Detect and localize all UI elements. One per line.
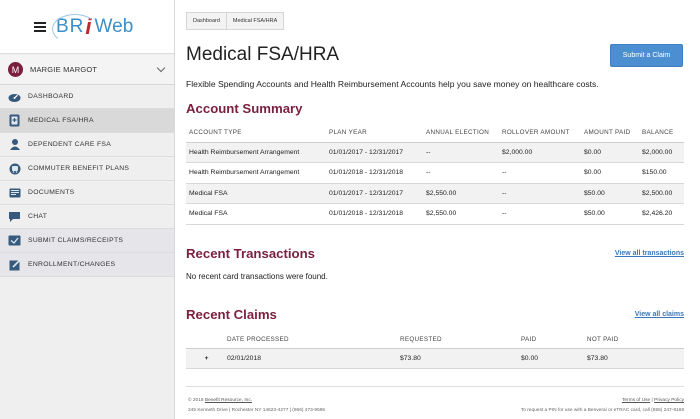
sidebar-item-dashboard[interactable]: DASHBOARD bbox=[0, 85, 174, 109]
paid-cell: $0.00 bbox=[518, 348, 584, 369]
annual-election-cell: -- bbox=[423, 142, 499, 163]
plan-year-cell: 01/01/2017 - 12/31/2017 bbox=[326, 142, 423, 163]
column-header: ANNUAL ELECTION bbox=[423, 124, 499, 143]
column-header: DATE PROCESSED bbox=[224, 331, 397, 349]
table-row: + 02/01/2018 $73.80 $0.00 $73.80 bbox=[186, 348, 684, 369]
hamburger-menu-icon[interactable] bbox=[34, 21, 46, 32]
logo-bar: BR i Web bbox=[0, 0, 174, 54]
chat-icon bbox=[8, 211, 21, 223]
footer-address: 245 Kenneth Drive | Rochester NY 14623-4… bbox=[188, 408, 326, 413]
user-menu[interactable]: M MARGIE MARGOT bbox=[0, 55, 174, 85]
table-row: Medical FSA 01/01/2017 - 12/31/2017 $2,5… bbox=[186, 183, 684, 204]
rollover-amount-cell: -- bbox=[499, 183, 581, 204]
rollover-amount-cell: -- bbox=[499, 162, 581, 184]
sidebar: BR i Web M MARGIE MARGOT DASHBOARD MEDICAL… bbox=[0, 0, 175, 419]
sidebar-item-documents[interactable]: DOCUMENTS bbox=[0, 181, 174, 205]
table-header-row: DATE PROCESSED REQUESTED PAID NOT PAID bbox=[186, 331, 684, 349]
date-processed-cell: 02/01/2018 bbox=[224, 348, 397, 369]
bri-web-logo[interactable]: BR i Web bbox=[52, 13, 133, 44]
documents-icon bbox=[8, 187, 21, 199]
pin-request-note: To request a PIN for use with a Benveral… bbox=[520, 408, 684, 413]
table-header-row: ACCOUNT TYPE PLAN YEAR ANNUAL ELECTION R… bbox=[186, 124, 684, 143]
balance-cell: $2,500.00 bbox=[639, 183, 684, 204]
balance-cell: $2,426.20 bbox=[639, 203, 684, 225]
column-header: AMOUNT PAID bbox=[581, 124, 639, 143]
column-header: ROLLOVER AMOUNT bbox=[499, 124, 581, 143]
annual-election-cell: $2,550.00 bbox=[423, 183, 499, 204]
not-paid-cell: $73.80 bbox=[584, 348, 684, 369]
sidebar-item-enrollment-changes[interactable]: ENROLLMENT/CHANGES bbox=[0, 253, 174, 277]
terms-of-use-link[interactable]: Terms of Use bbox=[622, 398, 650, 403]
page-intro: Flexible Spending Accounts and Health Re… bbox=[186, 79, 599, 89]
amount-paid-cell: $0.00 bbox=[581, 142, 639, 163]
enrollment-icon bbox=[8, 259, 21, 271]
user-name: MARGIE MARGOT bbox=[30, 65, 98, 74]
no-transactions-message: No recent card transactions were found. bbox=[186, 272, 328, 281]
sidebar-item-chat[interactable]: CHAT bbox=[0, 205, 174, 229]
amount-paid-cell: $50.00 bbox=[581, 183, 639, 204]
chevron-down-icon bbox=[156, 63, 166, 73]
annual-election-cell: $2,550.00 bbox=[423, 203, 499, 225]
recent-transactions-title: Recent Transactions bbox=[186, 246, 315, 261]
plan-year-cell: 01/01/2017 - 12/31/2017 bbox=[326, 183, 423, 204]
column-header: PAID bbox=[518, 331, 584, 349]
breadcrumb-current: Medical FSA/HRA bbox=[225, 13, 283, 29]
account-type-cell: Health Reimbursement Arrangement bbox=[186, 162, 326, 184]
column-header: NOT PAID bbox=[584, 331, 684, 349]
view-all-claims-link[interactable]: View all claims bbox=[635, 311, 684, 318]
sidebar-item-commuter-benefit-plans[interactable]: COMMUTER BENEFIT PLANS bbox=[0, 157, 174, 181]
submit-claim-button[interactable]: Submit a Claim bbox=[610, 44, 683, 67]
breadcrumb: Dashboard Medical FSA/HRA bbox=[186, 12, 285, 30]
avatar: M bbox=[8, 62, 23, 77]
footer: © 2018 Benefit Resource, Inc. 245 Kennet… bbox=[186, 386, 684, 413]
balance-cell: $150.00 bbox=[639, 162, 684, 184]
page-title: Medical FSA/HRA bbox=[186, 44, 340, 65]
breadcrumb-dashboard[interactable]: Dashboard bbox=[187, 13, 226, 29]
expand-row-button[interactable]: + bbox=[186, 348, 224, 369]
amount-paid-cell: $50.00 bbox=[581, 203, 639, 225]
privacy-policy-link[interactable]: Privacy Policy bbox=[654, 398, 684, 403]
rollover-amount-cell: -- bbox=[499, 203, 581, 225]
column-header: PLAN YEAR bbox=[326, 124, 423, 143]
rollover-amount-cell: $2,000.00 bbox=[499, 142, 581, 163]
plan-year-cell: 01/01/2018 - 12/31/2018 bbox=[326, 162, 423, 184]
column-header: ACCOUNT TYPE bbox=[186, 124, 326, 143]
recent-claims-title: Recent Claims bbox=[186, 307, 277, 322]
company-link[interactable]: Benefit Resource, Inc. bbox=[205, 398, 252, 403]
column-header: REQUESTED bbox=[397, 331, 518, 349]
table-row: Health Reimbursement Arrangement 01/01/2… bbox=[186, 142, 684, 163]
account-type-cell: Medical FSA bbox=[186, 183, 326, 204]
amount-paid-cell: $0.00 bbox=[581, 162, 639, 184]
receipt-icon bbox=[8, 235, 21, 247]
commuter-icon bbox=[8, 163, 21, 175]
dashboard-icon bbox=[8, 91, 21, 103]
plan-year-cell: 01/01/2018 - 12/31/2018 bbox=[326, 203, 423, 225]
footer-right: Terms of Use | Privacy Policy To request… bbox=[521, 396, 684, 416]
sidebar-item-medical-fsa-hra[interactable]: MEDICAL FSA/HRA bbox=[0, 109, 174, 133]
table-row: Medical FSA 01/01/2018 - 12/31/2018 $2,5… bbox=[186, 203, 684, 225]
requested-cell: $73.80 bbox=[397, 348, 518, 369]
main-content: Dashboard Medical FSA/HRA Medical FSA/HR… bbox=[176, 0, 700, 419]
recent-claims-table: DATE PROCESSED REQUESTED PAID NOT PAID +… bbox=[186, 331, 684, 369]
dependent-icon bbox=[8, 139, 21, 151]
annual-election-cell: -- bbox=[423, 162, 499, 184]
medical-card-icon bbox=[8, 114, 21, 127]
column-header: BALANCE bbox=[639, 124, 684, 143]
column-header bbox=[186, 331, 224, 349]
balance-cell: $2,000.00 bbox=[639, 142, 684, 163]
account-type-cell: Health Reimbursement Arrangement bbox=[186, 142, 326, 163]
sidebar-item-submit-claims-receipts[interactable]: SUBMIT CLAIMS/RECEIPTS bbox=[0, 229, 174, 253]
account-type-cell: Medical FSA bbox=[186, 203, 326, 225]
footer-left: © 2018 Benefit Resource, Inc. 245 Kennet… bbox=[188, 396, 325, 416]
sidebar-item-dependent-care-fsa[interactable]: DEPENDENT CARE FSA bbox=[0, 133, 174, 157]
table-row: Health Reimbursement Arrangement 01/01/2… bbox=[186, 162, 684, 184]
account-summary-table: ACCOUNT TYPE PLAN YEAR ANNUAL ELECTION R… bbox=[186, 124, 684, 225]
account-summary-title: Account Summary bbox=[186, 101, 303, 116]
view-all-transactions-link[interactable]: View all transactions bbox=[615, 250, 684, 257]
